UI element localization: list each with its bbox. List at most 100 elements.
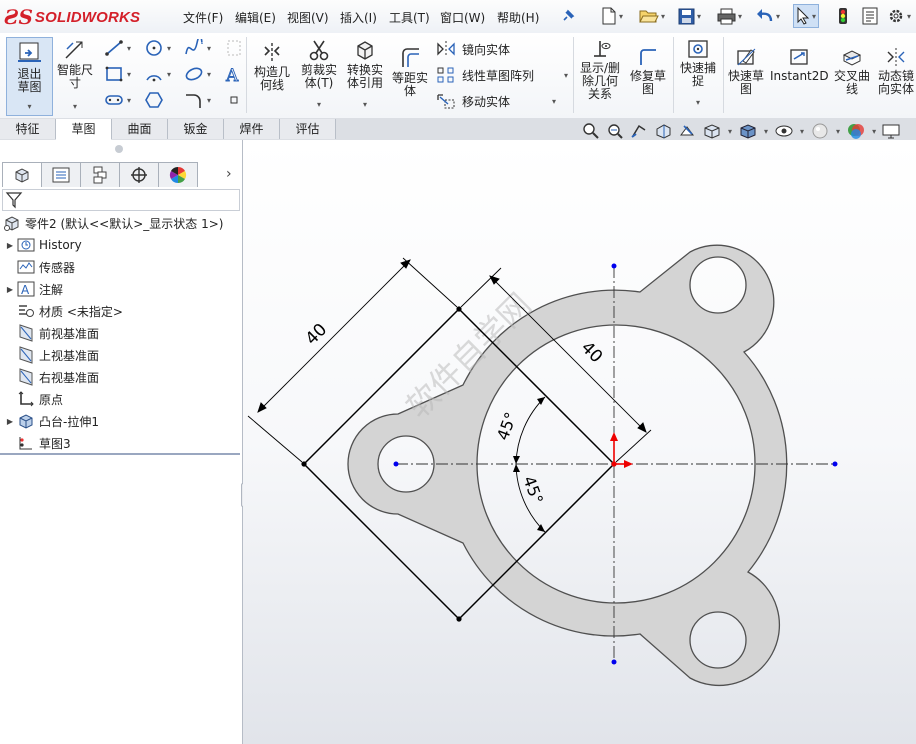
graphics-area[interactable]: 软件自学网 40 40 45° 45° <box>243 140 916 744</box>
smart-dimension-dropdown[interactable]: ▾ <box>54 100 96 113</box>
rectangle-tool[interactable]: ▾ <box>104 65 131 83</box>
expand-arrow-icon[interactable]: ▶ <box>4 417 16 426</box>
sketch-canvas[interactable]: 软件自学网 40 40 45° 45° <box>243 140 916 744</box>
angle-45-top-text[interactable]: 45° <box>493 410 521 443</box>
options-gear-icon[interactable]: ▾ <box>887 5 911 27</box>
dimxpert-manager-tab[interactable] <box>119 162 159 187</box>
dimension-40-left-text[interactable]: 40 <box>302 320 331 349</box>
tree-item-right-plane[interactable]: 右视基准面 <box>0 366 99 388</box>
rapid-sketch-button[interactable]: 快速草图 <box>725 47 767 96</box>
new-document-icon[interactable]: ▾ <box>601 5 623 27</box>
menu-tools[interactable]: 工具(T) <box>389 9 430 26</box>
panel-expand-chevron-icon[interactable]: › <box>226 166 232 182</box>
construction-geometry-button[interactable]: 构造几何线 <box>251 41 293 92</box>
exit-sketch-button[interactable]: 退出草图 ▾ <box>6 37 53 116</box>
section-view-icon[interactable] <box>654 122 672 140</box>
spline-tool[interactable]: ▾ <box>184 39 211 57</box>
convert-dropdown[interactable]: ▾ <box>343 98 387 111</box>
pattern-grid-tool[interactable] <box>226 39 242 57</box>
print-icon[interactable]: ▾ <box>717 5 742 27</box>
hide-show-items-icon[interactable] <box>774 122 794 140</box>
open-folder-icon[interactable]: ▾ <box>639 5 665 27</box>
dynamic-mirror-button[interactable]: 动态镜向实体 <box>876 47 916 96</box>
menu-insert[interactable]: 插入(I) <box>340 9 377 26</box>
linear-pattern-button[interactable]: 线性草图阵列 ▾ <box>436 66 568 84</box>
dynamic-annotation-icon[interactable] <box>678 122 696 140</box>
tab-sheet-metal[interactable]: 钣金 <box>168 119 224 139</box>
display-delete-relations-button[interactable]: 显示/删除几何关系 <box>577 39 623 101</box>
menu-help[interactable]: 帮助(H) <box>497 9 539 26</box>
repair-sketch-button[interactable]: 修复草图 <box>627 47 669 96</box>
exit-sketch-dropdown[interactable]: ▾ <box>7 100 52 113</box>
tab-surfaces[interactable]: 曲面 <box>112 119 168 139</box>
featuremanager-tree-tab[interactable] <box>2 162 42 187</box>
linear-pattern-dropdown[interactable]: ▾ <box>564 71 568 80</box>
select-cursor-icon[interactable]: ▾ <box>793 4 820 28</box>
display-manager-tab[interactable] <box>158 162 198 187</box>
line-tool[interactable]: ▾ <box>104 39 131 57</box>
sketch-text-tool[interactable]: A <box>224 65 242 83</box>
dimension-40-right-text[interactable]: 40 <box>577 338 606 367</box>
ellipse-tool[interactable]: ▾ <box>184 65 211 83</box>
expand-arrow-icon[interactable]: ▶ <box>4 285 16 294</box>
solidworks-logo[interactable]: ƧS SOLIDWORKS <box>4 4 140 30</box>
hide-show-dropdown[interactable]: ▾ <box>800 127 804 136</box>
tree-part-root[interactable]: 零件2 (默认<<默认>_显示状态 1>) <box>0 212 223 234</box>
tree-item-annotations[interactable]: ▶ A 注解 <box>0 278 63 300</box>
quick-snaps-button[interactable]: 快速捕捉 ▾ <box>677 39 719 109</box>
convert-entities-button[interactable]: 转换实体引用 ▾ <box>343 39 387 111</box>
point-tool[interactable] <box>228 93 240 107</box>
instant2d-button[interactable]: Instant2D <box>770 47 829 83</box>
edit-appearance-icon[interactable] <box>810 122 830 140</box>
tree-item-origin[interactable]: 原点 <box>0 388 63 410</box>
tree-item-front-plane[interactable]: 前视基准面 <box>0 322 99 344</box>
zoom-to-fit-icon[interactable] <box>582 122 600 140</box>
circle-tool[interactable]: ▾ <box>144 39 171 57</box>
tree-filter-bar[interactable] <box>2 189 240 211</box>
quick-snaps-dropdown[interactable]: ▾ <box>677 96 719 109</box>
rebuild-traffic-light-icon[interactable] <box>838 5 848 27</box>
panel-grip[interactable] <box>115 145 123 153</box>
display-style-dropdown[interactable]: ▾ <box>764 127 768 136</box>
smart-dimension-button[interactable]: 智能尺寸 ▾ <box>54 39 96 113</box>
tab-weldments[interactable]: 焊件 <box>224 119 280 139</box>
tree-item-boss-extrude[interactable]: ▶ 凸台-拉伸1 <box>0 410 99 432</box>
offset-entities-button[interactable]: 等距实体 <box>389 47 431 98</box>
tree-item-material[interactable]: 材质 <未指定> <box>0 300 123 322</box>
tree-item-top-plane[interactable]: 上视基准面 <box>0 344 99 366</box>
tab-sketch[interactable]: 草图 <box>56 119 112 140</box>
angle-45-bottom-text[interactable]: 45° <box>519 474 547 507</box>
menu-view[interactable]: 视图(V) <box>287 9 329 26</box>
pin-icon[interactable] <box>561 5 575 27</box>
expand-arrow-icon[interactable]: ▶ <box>4 241 16 250</box>
move-dropdown[interactable]: ▾ <box>552 97 556 106</box>
tab-features[interactable]: 特征 <box>0 119 56 139</box>
file-properties-icon[interactable] <box>862 5 878 27</box>
move-entities-button[interactable]: 移动实体 ▾ <box>436 92 556 110</box>
rollback-bar[interactable] <box>0 453 240 455</box>
filter-funnel-icon[interactable] <box>5 191 23 209</box>
angle-dimensions[interactable] <box>515 396 546 533</box>
menu-edit[interactable]: 编辑(E) <box>235 9 276 26</box>
mirror-entities-button[interactable]: 镜向实体 <box>436 40 510 58</box>
part-profile[interactable] <box>347 244 788 687</box>
configuration-manager-tab[interactable] <box>80 162 120 187</box>
trim-entities-button[interactable]: 剪裁实体(T) ▾ <box>297 39 341 111</box>
save-icon[interactable]: ▾ <box>678 5 701 27</box>
trim-dropdown[interactable]: ▾ <box>297 98 341 111</box>
intersection-curve-button[interactable]: 交叉曲线 <box>831 47 873 96</box>
tab-evaluate[interactable]: 评估 <box>280 119 336 139</box>
polygon-tool[interactable] <box>144 91 164 109</box>
view-orientation-icon[interactable] <box>702 122 722 140</box>
tree-item-sensors[interactable]: 传感器 <box>0 256 75 278</box>
tree-item-history[interactable]: ▶ History <box>0 234 82 256</box>
view-orientation-dropdown[interactable]: ▾ <box>728 127 732 136</box>
fillet-tool[interactable]: ▾ <box>184 91 211 109</box>
undo-icon[interactable]: ▾ <box>756 5 780 27</box>
property-manager-tab[interactable] <box>41 162 81 187</box>
previous-view-icon[interactable] <box>630 122 648 140</box>
view-settings-monitor-icon[interactable] <box>882 122 900 140</box>
slot-tool[interactable]: ▾ <box>104 91 131 109</box>
appearance-dropdown[interactable]: ▾ <box>836 127 840 136</box>
menu-file[interactable]: 文件(F) <box>183 9 223 26</box>
